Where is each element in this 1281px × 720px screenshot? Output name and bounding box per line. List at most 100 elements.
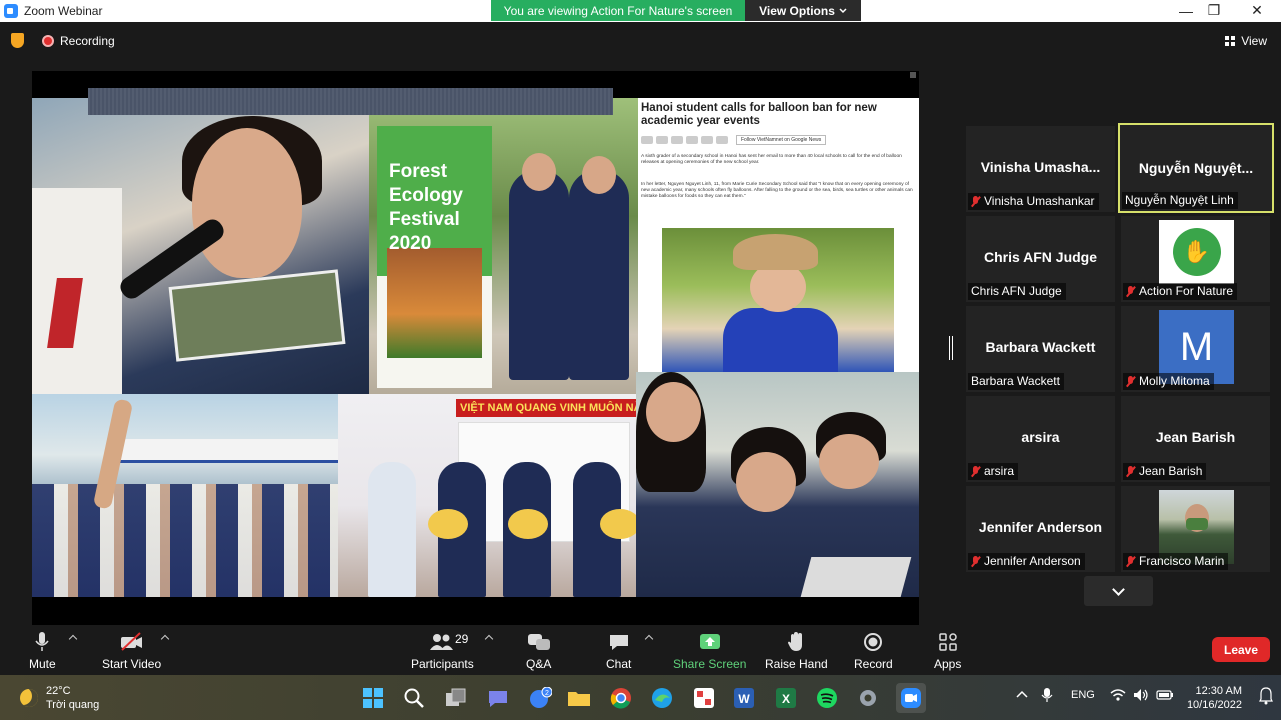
photo-detail (646, 382, 701, 442)
weather-text: 22°C Trời quang (46, 684, 99, 712)
language-indicator[interactable]: ENG (1071, 689, 1095, 701)
panel-resize-handle[interactable] (949, 336, 953, 360)
start-video-label: Start Video (102, 657, 162, 671)
vietnam-banner-text: VIỆT NAM QUANG VINH MUÔN NĂ (456, 399, 636, 417)
muted-mic-icon (1126, 286, 1135, 297)
muted-mic-icon (971, 196, 980, 207)
participant-name: Barbara Wackett (971, 374, 1060, 388)
festival-banner-text: Forest Ecology Festival 2020 (389, 161, 463, 254)
taskbar-messaging-app[interactable]: 2 (527, 685, 553, 711)
taskbar-file-explorer[interactable] (566, 685, 592, 711)
battery-icon (1156, 690, 1173, 700)
mute-button[interactable]: Mute (29, 631, 56, 671)
taskbar-chat-app[interactable] (485, 685, 511, 711)
microphone-icon (1041, 688, 1053, 702)
shared-screen-letterbox (32, 597, 919, 625)
participants-options-caret[interactable] (484, 634, 494, 644)
chat-button[interactable]: Chat (606, 631, 631, 671)
svg-text:W: W (738, 692, 750, 706)
raise-hand-button[interactable]: Raise Hand (765, 631, 828, 671)
leave-button[interactable]: Leave (1212, 637, 1270, 662)
close-button[interactable]: ✕ (1237, 0, 1277, 21)
tray-battery[interactable] (1156, 689, 1174, 704)
tray-microphone[interactable] (1041, 687, 1053, 706)
view-options-label: View Options (759, 3, 835, 18)
share-corner-icon (910, 72, 916, 78)
share-icon (641, 136, 653, 144)
photo-detail (509, 170, 569, 380)
taskbar-chrome[interactable] (608, 685, 634, 711)
view-button[interactable]: View (1225, 34, 1267, 48)
participant-name: arsira (984, 464, 1015, 478)
temperature: 22°C (46, 685, 71, 697)
tray-wifi[interactable] (1110, 688, 1126, 705)
taskbar-app[interactable] (691, 685, 717, 711)
participant-tile[interactable]: M Molly Mitoma (1121, 306, 1270, 392)
taskbar-settings[interactable] (855, 685, 881, 711)
participant-tile[interactable]: Jennifer Anderson Jennifer Anderson (966, 486, 1115, 572)
participant-display-name: Jennifer Anderson (978, 519, 1103, 535)
system-clock[interactable]: 12:30 AM 10/16/2022 (1178, 684, 1242, 712)
maximize-button[interactable]: ❐ (1194, 0, 1234, 21)
tray-overflow-chevron[interactable] (1016, 689, 1028, 702)
photo-detail (723, 308, 838, 372)
next-page-button[interactable] (1084, 576, 1153, 606)
grid-view-icon (1225, 36, 1236, 46)
recording-indicator[interactable]: Recording (42, 34, 115, 48)
apps-button[interactable]: Apps (934, 631, 961, 671)
taskbar-zoom-active[interactable] (896, 683, 926, 713)
muted-mic-icon (1126, 556, 1135, 567)
participant-name-label: Nguyễn Nguyệt Linh (1122, 192, 1238, 209)
taskbar-excel[interactable]: X (773, 685, 799, 711)
photo-detail (112, 439, 338, 463)
search-icon (404, 688, 424, 708)
article-paragraph: A sixth grader of a secondary school in … (641, 154, 902, 165)
record-icon (863, 631, 883, 653)
photo-detail (508, 509, 548, 539)
participant-tile[interactable]: Chris AFN Judge Chris AFN Judge (966, 216, 1115, 302)
photo-detail (1186, 518, 1208, 530)
participant-tile[interactable]: ✋ Action For Nature (1121, 216, 1270, 302)
video-options-caret[interactable] (160, 634, 170, 644)
mute-label: Mute (29, 657, 56, 671)
taskbar-word[interactable]: W (731, 685, 757, 711)
view-options-button[interactable]: View Options (745, 0, 861, 21)
taskbar-spotify[interactable] (814, 685, 840, 711)
action-for-nature-logo: ✋ (1159, 220, 1234, 284)
weather-widget[interactable]: 22°C Trời quang (20, 684, 99, 712)
recording-icon (42, 35, 54, 47)
participant-name: Chris AFN Judge (971, 284, 1062, 298)
svg-text:X: X (782, 692, 790, 706)
share-screen-button[interactable]: Share Screen (673, 631, 746, 671)
zoom-app-icon (4, 4, 18, 18)
security-shield-icon[interactable] (11, 33, 24, 48)
chat-options-caret[interactable] (644, 634, 654, 644)
photo-detail (800, 557, 912, 597)
participant-name-label: Chris AFN Judge (968, 283, 1066, 300)
participant-tile[interactable]: Barbara Wackett Barbara Wackett (966, 306, 1115, 392)
audio-options-caret[interactable] (68, 634, 78, 644)
tray-volume[interactable] (1133, 688, 1149, 705)
participant-tile-active-speaker[interactable]: Nguyễn Nguyệt... Nguyễn Nguyệt Linh (1118, 123, 1274, 213)
participant-name-label: arsira (968, 463, 1019, 480)
notification-center[interactable] (1259, 687, 1273, 708)
task-view-button[interactable] (443, 685, 469, 711)
start-button[interactable] (360, 685, 386, 711)
participant-tile[interactable]: Vinisha Umasha... Vinisha Umashankar (966, 126, 1115, 212)
participant-name: Vinisha Umashankar (984, 194, 1095, 208)
participant-tile[interactable]: Jean Barish Jean Barish (1121, 396, 1270, 482)
participant-tile[interactable]: arsira arsira (966, 396, 1115, 482)
qa-button[interactable]: Q&A (526, 631, 551, 671)
raise-hand-label: Raise Hand (765, 657, 828, 671)
article-paragraph: In her letter, Nguyen Nguyet Linh, 11, f… (641, 182, 913, 199)
start-video-button[interactable]: Start Video (102, 631, 161, 671)
meeting-info-bar: Recording View (0, 22, 1281, 62)
taskbar-search-button[interactable] (401, 685, 427, 711)
participant-name-label: Molly Mitoma (1123, 373, 1214, 390)
microphone-icon (34, 631, 50, 653)
record-button[interactable]: Record (854, 631, 893, 671)
taskbar-edge[interactable] (649, 685, 675, 711)
participant-tile[interactable]: Francisco Marin (1121, 486, 1270, 572)
raise-hand-icon (787, 631, 805, 653)
participant-name: Francisco Marin (1139, 554, 1225, 568)
